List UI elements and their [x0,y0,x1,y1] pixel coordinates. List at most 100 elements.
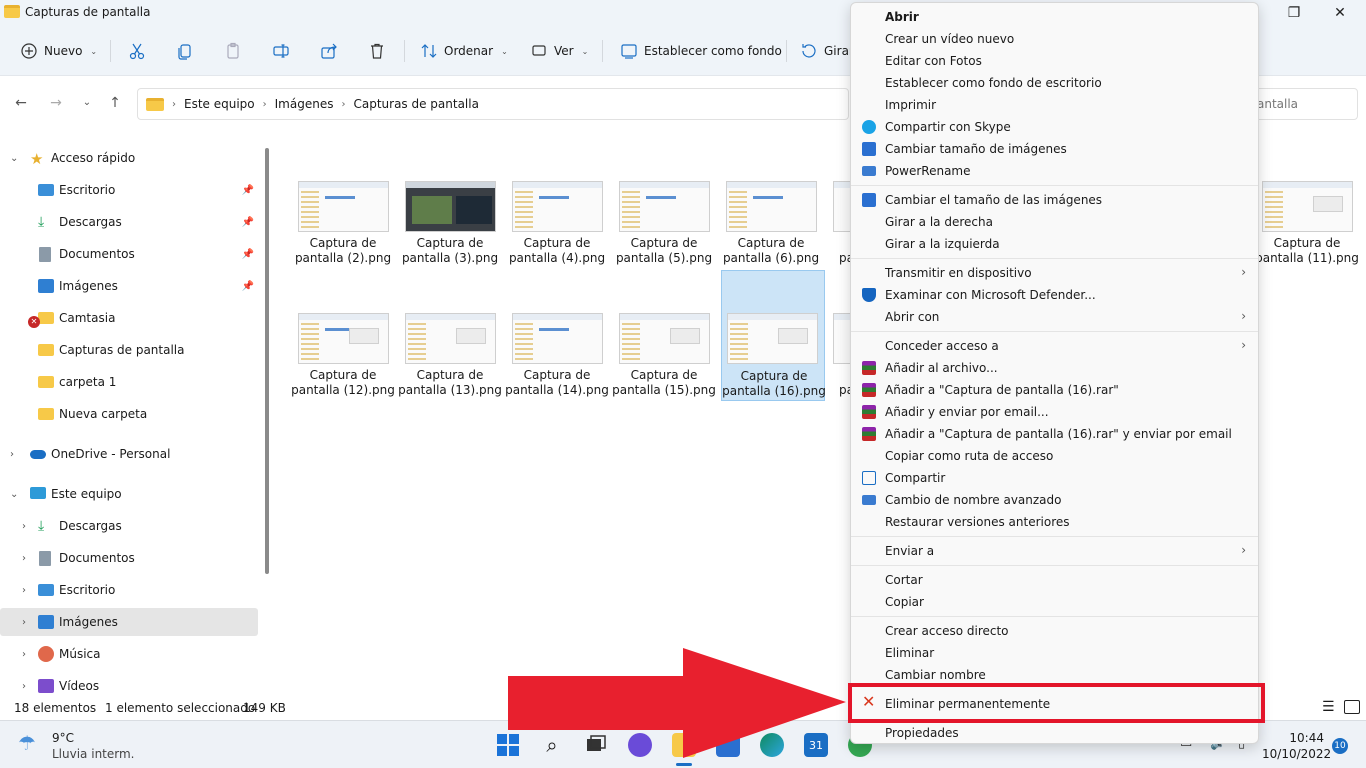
sidebar-item-pc-downloads[interactable]: › ⤓ Descargas [0,512,258,540]
rotate-button[interactable]: Girar [800,38,854,64]
forward-arrow-icon[interactable]: → [47,94,65,112]
breadcrumb-images[interactable]: Imágenes [275,97,334,111]
file-item[interactable]: pa [826,302,850,430]
sidebar-item-music[interactable]: › Música [0,640,258,668]
up-arrow-icon[interactable]: ↑ [106,94,124,112]
clock-date[interactable]: 10/10/2022 [1262,747,1331,761]
chevron-right-icon[interactable]: › [22,681,26,692]
menu-item-add-archive[interactable]: Añadir al archivo... [851,357,1258,379]
weather-rain-icon[interactable]: ☂ [18,731,42,755]
menu-item-cast-device[interactable]: Transmitir en dispositivo › [851,262,1258,284]
menu-item-edit-photos[interactable]: Editar con Fotos [851,50,1258,72]
menu-item-create-shortcut[interactable]: Crear acceso directo [851,620,1258,642]
copy-button[interactable] [176,38,194,64]
recent-chevron-icon[interactable]: ⌄ [78,94,96,112]
file-item[interactable]: Captura de pantalla (11).png [1255,170,1359,298]
sidebar-item-downloads[interactable]: ⤓ Descargas 📌 [0,208,258,236]
file-item-selected[interactable]: Captura de pantalla (16).png [721,270,826,401]
pin-icon[interactable]: 📌 [242,281,254,292]
pin-icon[interactable]: 📌 [242,185,254,196]
winrar-icon [862,405,876,419]
set-background-button[interactable]: Establecer como fondo [620,38,782,64]
file-item[interactable]: Captura de pantalla (4).png [505,170,609,298]
menu-item-delete[interactable]: Eliminar [851,642,1258,664]
sidebar-item-pc-desktop[interactable]: › Escritorio [0,576,258,604]
file-item[interactable]: Captura de pantalla (12).png [291,302,395,430]
menu-item-rotate-right[interactable]: Girar a la derecha [851,211,1258,233]
file-item[interactable]: Captura de pantalla (3).png [398,170,502,298]
file-item[interactable]: Captura de pantalla (13).png [398,302,502,430]
sidebar-item-pc-documents[interactable]: › Documentos [0,544,258,572]
chevron-right-icon[interactable]: › [22,649,26,660]
delete-button[interactable] [368,38,386,64]
chevron-down-icon[interactable]: ⌄ [10,153,18,164]
large-icons-view-icon[interactable] [1344,700,1360,714]
menu-item-advanced-rename[interactable]: Cambio de nombre avanzado [851,489,1258,511]
menu-item-defender-scan[interactable]: Examinar con Microsoft Defender... [851,284,1258,306]
sidebar-item-camtasia[interactable]: ✕ Camtasia [0,304,258,332]
menu-item-share-skype[interactable]: Compartir con Skype [851,116,1258,138]
file-item[interactable]: Captura de pantalla (5).png [612,170,716,298]
breadcrumb-this-pc[interactable]: Este equipo [184,97,255,111]
pin-icon[interactable]: 📌 [242,249,254,260]
breadcrumb-screenshots[interactable]: Capturas de pantalla [353,97,478,111]
menu-item-copy[interactable]: Copiar [851,591,1258,613]
menu-item-rotate-left[interactable]: Girar a la izquierda [851,233,1258,255]
menu-item-add-email[interactable]: Añadir y enviar por email... [851,401,1258,423]
sidebar-item-screenshots[interactable]: Capturas de pantalla [0,336,258,364]
file-item[interactable]: pa [826,170,850,298]
pin-icon[interactable]: 📌 [242,217,254,228]
menu-item-add-to-rar[interactable]: Añadir a "Captura de pantalla (16).rar" [851,379,1258,401]
menu-item-share[interactable]: Compartir [851,467,1258,489]
menu-item-open[interactable]: Abrir [851,6,1258,28]
menu-item-properties[interactable]: Propiedades [851,722,1258,744]
menu-item-create-video[interactable]: Crear un vídeo nuevo [851,28,1258,50]
sidebar-item-onedrive[interactable]: › OneDrive - Personal [0,440,258,468]
sidebar-item-pictures[interactable]: Imágenes 📌 [0,272,258,300]
address-bar[interactable]: › Este equipo › Imágenes › Capturas de p… [137,88,849,120]
menu-item-send-to[interactable]: Enviar a › [851,540,1258,562]
menu-item-open-with[interactable]: Abrir con › [851,306,1258,328]
sidebar-item-this-pc[interactable]: ⌄ Este equipo [0,480,258,508]
menu-item-give-access[interactable]: Conceder acceso a › [851,335,1258,357]
sidebar-item-new-folder[interactable]: Nueva carpeta [0,400,258,428]
chevron-down-icon[interactable]: ⌄ [10,489,18,500]
close-button[interactable]: ✕ [1320,2,1360,24]
maximize-button[interactable]: ❐ [1274,2,1314,24]
menu-item-resize-images-2[interactable]: Cambiar el tamaño de las imágenes [851,189,1258,211]
chevron-right-icon[interactable]: › [22,553,26,564]
chevron-right-icon[interactable]: › [22,585,26,596]
paste-button[interactable] [224,38,242,64]
details-view-icon[interactable]: ☰ [1322,699,1335,715]
file-item[interactable]: Captura de pantalla (15).png [612,302,716,430]
menu-item-cut[interactable]: Cortar [851,569,1258,591]
new-button[interactable]: Nuevo ⌄ [20,38,97,64]
clock-time[interactable]: 10:44 [1262,731,1324,745]
sidebar-item-pc-pictures[interactable]: › Imágenes [0,608,258,636]
sidebar-item-desktop[interactable]: Escritorio 📌 [0,176,258,204]
sidebar-item-folder-1[interactable]: carpeta 1 [0,368,258,396]
menu-item-power-rename[interactable]: PowerRename [851,160,1258,182]
chevron-right-icon[interactable]: › [22,617,26,628]
sidebar-item-documents[interactable]: Documentos 📌 [0,240,258,268]
rename-button[interactable] [272,38,290,64]
sidebar-scrollbar[interactable] [265,148,269,574]
menu-item-print[interactable]: Imprimir [851,94,1258,116]
notification-badge[interactable]: 10 [1332,738,1348,754]
menu-item-copy-path[interactable]: Copiar como ruta de acceso [851,445,1258,467]
cut-button[interactable] [128,38,146,64]
view-button[interactable]: Ver ⌄ [530,38,588,64]
menu-item-set-wallpaper[interactable]: Establecer como fondo de escritorio [851,72,1258,94]
file-item[interactable]: Captura de pantalla (2).png [291,170,395,298]
sidebar-item-quick-access[interactable]: ⌄ ★ Acceso rápido [0,144,258,172]
sort-button[interactable]: Ordenar ⌄ [420,38,508,64]
back-arrow-icon[interactable]: ← [12,94,30,112]
chevron-right-icon[interactable]: › [22,521,26,532]
menu-item-resize-images[interactable]: Cambiar tamaño de imágenes [851,138,1258,160]
menu-item-restore-versions[interactable]: Restaurar versiones anteriores [851,511,1258,533]
download-icon: ⤓ [38,518,45,534]
share-button[interactable] [320,38,338,64]
menu-item-add-rar-email[interactable]: Añadir a "Captura de pantalla (16).rar" … [851,423,1258,445]
chevron-right-icon[interactable]: › [10,449,14,460]
file-item[interactable]: Captura de pantalla (14).png [505,302,609,430]
